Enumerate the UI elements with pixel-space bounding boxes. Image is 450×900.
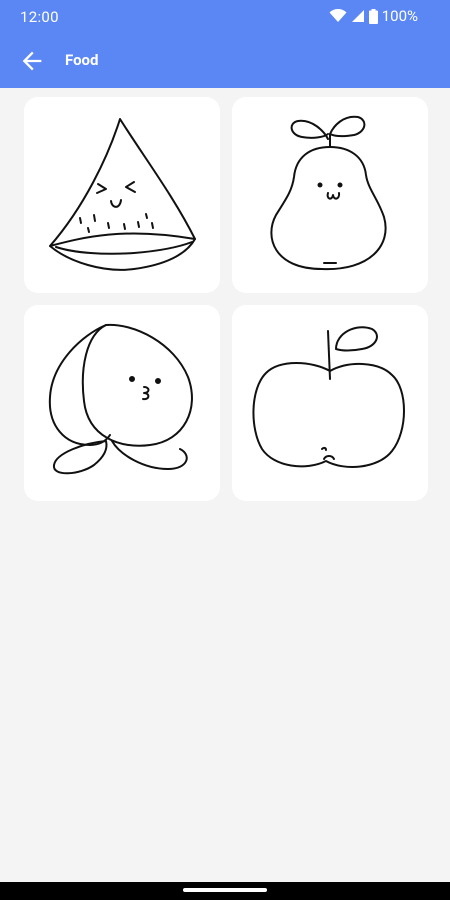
food-card-watermelon[interactable] [24,97,220,293]
page-title: Food [65,51,99,69]
food-card-peach[interactable] [24,305,220,501]
status-icons: 100% [329,7,418,25]
food-card-pear[interactable] [232,97,428,293]
signal-icon [351,10,364,22]
apple-drawing [252,326,405,468]
battery-percentage: 100% [381,7,418,25]
arrow-back-icon[interactable] [18,47,46,75]
wifi-icon [329,9,347,22]
watermelon-drawing [49,118,196,271]
food-card-apple[interactable] [232,305,428,501]
status-time: 12:00 [20,8,59,26]
pear-drawing [270,115,387,271]
peach-drawing [48,323,193,475]
home-gesture-handle[interactable] [183,888,267,892]
status-bar: 12:00 100% [0,0,450,34]
navigation-bar [0,882,450,900]
app-bar: Food [0,34,450,88]
battery-icon [368,8,378,24]
